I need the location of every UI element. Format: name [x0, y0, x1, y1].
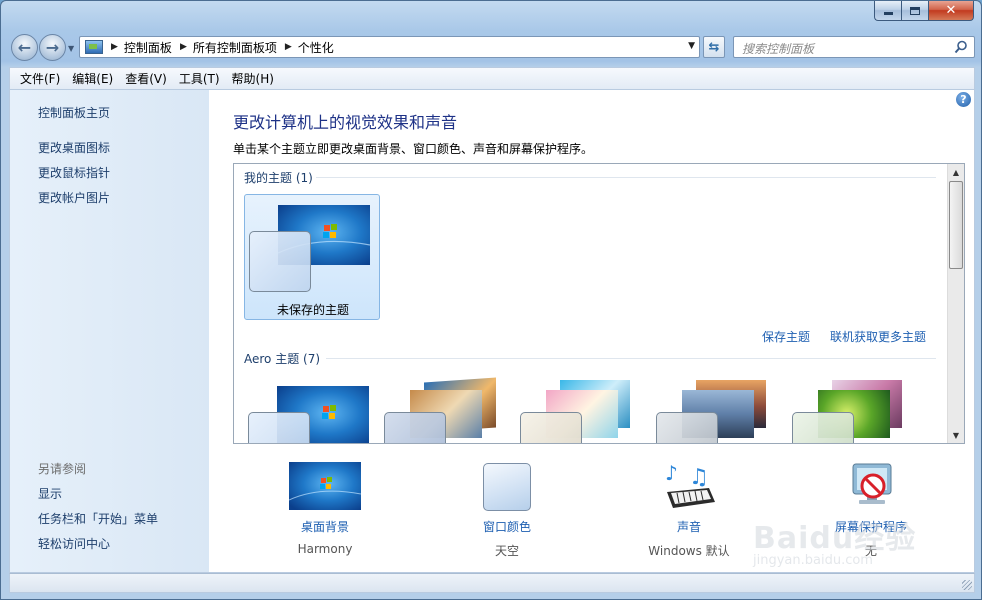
recent-pages-dropdown[interactable]: ▼	[68, 44, 74, 53]
maximize-icon	[910, 6, 920, 15]
chevron-right-icon[interactable]: ▶	[180, 42, 187, 52]
window-glass-thumbnail	[520, 412, 582, 443]
address-bar[interactable]: ▶ 控制面板 ▶ 所有控制面板项 ▶ 个性化 ▼	[79, 36, 700, 58]
sidebar-taskbar-start-menu[interactable]: 任务栏和「开始」菜单	[38, 510, 158, 527]
menu-file[interactable]: 文件(F)	[14, 70, 66, 87]
sounds-label[interactable]: 声音	[619, 518, 759, 535]
desktop-background-icon	[288, 462, 362, 512]
sounds-icon: ♪ ♫	[653, 461, 725, 512]
arrow-left-icon: ←	[17, 38, 32, 57]
see-also-heading: 另请参阅	[38, 462, 87, 476]
sidebar: 控制面板主页 更改桌面图标 更改鼠标指针 更改帐户图片 另请参阅 显示 任务栏和…	[10, 90, 209, 572]
help-button[interactable]: ?	[956, 92, 971, 107]
window-color-label[interactable]: 窗口颜色	[437, 518, 577, 535]
scroll-down-icon[interactable]: ▼	[948, 427, 964, 443]
help-icon: ?	[960, 93, 967, 106]
desktop-background-setting[interactable]: 桌面背景 Harmony	[255, 462, 395, 556]
theme-list-scrollbar[interactable]: ▲ ▼	[947, 164, 964, 443]
personalization-window: ✕ ← → ▼ ▶ 控制面板 ▶ 所有控制面板项 ▶ 个性化 ▼ ⇆ 搜索控制面…	[0, 0, 982, 600]
chevron-right-icon[interactable]: ▶	[111, 42, 118, 52]
control-panel-icon	[85, 40, 103, 54]
window-color-value: 天空	[494, 544, 519, 558]
screen-saver-setting[interactable]: 屏幕保护程序 无	[801, 462, 941, 559]
window-glass-thumbnail	[792, 412, 854, 443]
minimize-icon	[883, 12, 893, 15]
menu-view[interactable]: 查看(V)	[119, 70, 173, 87]
status-bar	[9, 573, 975, 593]
group-divider	[326, 358, 936, 359]
theme-characters[interactable]	[516, 376, 652, 443]
page-title: 更改计算机上的视觉效果和声音	[233, 113, 458, 132]
close-icon: ✕	[945, 3, 957, 18]
window-glass-thumbnail	[249, 231, 311, 292]
sounds-value: Windows 默认	[648, 544, 730, 558]
back-button[interactable]: ←	[11, 34, 38, 61]
content-area: 控制面板主页 更改桌面图标 更改鼠标指针 更改帐户图片 另请参阅 显示 任务栏和…	[9, 89, 975, 573]
my-themes-heading[interactable]: 我的主题 (1)	[244, 169, 313, 186]
sidebar-control-panel-home[interactable]: 控制面板主页	[38, 104, 110, 121]
chevron-right-icon[interactable]: ▶	[285, 42, 292, 52]
breadcrumb-all-items[interactable]: 所有控制面板项	[193, 39, 277, 56]
window-color-setting[interactable]: 窗口颜色 天空	[437, 462, 577, 559]
theme-windows7[interactable]	[244, 376, 380, 443]
scrollbar-thumb[interactable]	[949, 181, 963, 269]
menu-help[interactable]: 帮助(H)	[226, 70, 280, 87]
screen-saver-label[interactable]: 屏幕保护程序	[801, 518, 941, 535]
theme-list[interactable]: 我的主题 (1) 未保存的主题 保存主题 联机获取更多主题 Aero 主题 (7…	[233, 163, 965, 444]
breadcrumb-control-panel[interactable]: 控制面板	[124, 39, 172, 56]
maximize-button[interactable]	[901, 1, 928, 21]
menu-tools[interactable]: 工具(T)	[173, 70, 226, 87]
sidebar-display[interactable]: 显示	[38, 485, 62, 502]
sidebar-change-mouse-pointers[interactable]: 更改鼠标指针	[38, 164, 110, 181]
get-more-themes-link[interactable]: 联机获取更多主题	[830, 328, 926, 345]
window-glass-thumbnail	[384, 412, 446, 443]
search-icon[interactable]	[954, 40, 968, 54]
resize-grip-icon[interactable]	[962, 580, 972, 590]
main-panel: ? 更改计算机上的视觉效果和声音 单击某个主题立即更改桌面背景、窗口颜色、声音和…	[209, 90, 974, 572]
theme-name: 未保存的主题	[276, 303, 349, 317]
window-glass-thumbnail	[656, 412, 718, 443]
refresh-icon: ⇆	[708, 39, 720, 55]
search-box[interactable]: 搜索控制面板	[733, 36, 975, 58]
theme-landscapes[interactable]	[652, 376, 788, 443]
menu-bar: 文件(F) 编辑(E) 查看(V) 工具(T) 帮助(H)	[9, 67, 975, 89]
menu-edit[interactable]: 编辑(E)	[66, 70, 119, 87]
save-theme-link[interactable]: 保存主题	[762, 328, 810, 345]
aero-themes-heading[interactable]: Aero 主题 (7)	[244, 350, 320, 367]
group-divider	[316, 177, 936, 178]
window-glass-thumbnail	[248, 412, 310, 443]
search-placeholder[interactable]: 搜索控制面板	[742, 40, 814, 57]
scroll-up-icon[interactable]: ▲	[948, 164, 964, 180]
screen-saver-icon	[835, 462, 907, 512]
sidebar-ease-of-access[interactable]: 轻松访问中心	[38, 535, 110, 552]
screen-saver-value: 无	[864, 544, 877, 558]
minimize-button[interactable]	[874, 1, 901, 21]
sounds-setting[interactable]: ♪ ♫ 声音 Windows 默认	[619, 461, 759, 559]
window-color-icon	[471, 462, 543, 512]
forward-button[interactable]: →	[39, 34, 66, 61]
caption-buttons: ✕	[874, 1, 974, 21]
svg-text:♫: ♫	[689, 465, 709, 490]
desktop-background-label[interactable]: 桌面背景	[255, 518, 395, 535]
theme-architecture[interactable]	[380, 376, 516, 443]
address-dropdown-icon[interactable]: ▼	[688, 41, 695, 51]
refresh-button[interactable]: ⇆	[703, 36, 725, 58]
desktop-background-value: Harmony	[297, 542, 353, 556]
sidebar-change-desktop-icons[interactable]: 更改桌面图标	[38, 139, 110, 156]
sidebar-change-account-picture[interactable]: 更改帐户图片	[38, 189, 110, 206]
arrow-right-icon: →	[45, 38, 60, 57]
breadcrumb-personalization[interactable]: 个性化	[298, 39, 334, 56]
svg-text:♪: ♪	[665, 462, 678, 485]
theme-nature[interactable]	[788, 376, 924, 443]
close-button[interactable]: ✕	[928, 1, 974, 21]
page-description: 单击某个主题立即更改桌面背景、窗口颜色、声音和屏幕保护程序。	[233, 142, 594, 156]
theme-unsaved[interactable]: 未保存的主题	[244, 194, 380, 320]
